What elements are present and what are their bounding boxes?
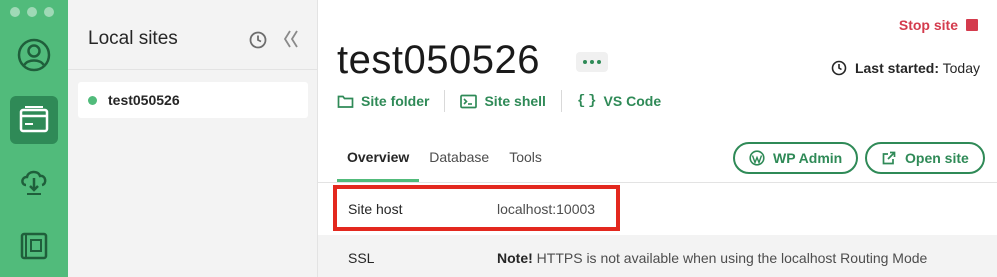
action-divider (560, 90, 562, 112)
open-site-button[interactable]: Open site (865, 142, 985, 174)
site-status-indicator (88, 95, 97, 105)
minimize-window-button[interactable] (27, 7, 37, 17)
cloud-download-icon (21, 170, 47, 195)
stop-site-button[interactable]: Stop site (899, 17, 978, 33)
ssl-note-text: HTTPS is not available when using the lo… (532, 250, 928, 266)
site-shell-button[interactable]: Site shell (460, 93, 546, 109)
ssl-value: Note! HTTPS is not available when using … (497, 250, 927, 266)
clock-icon (831, 60, 847, 76)
wordpress-icon (749, 150, 765, 166)
last-started-value: Today (942, 60, 980, 76)
rail-blueprints-button[interactable] (10, 220, 58, 268)
tab-database[interactable]: Database (419, 146, 499, 182)
site-tabs: Overview Database Tools (337, 146, 552, 182)
folder-icon (337, 95, 354, 108)
site-list-item[interactable]: test050526 (78, 82, 308, 118)
site-folder-button[interactable]: Site folder (337, 93, 429, 109)
tabs-divider (318, 182, 997, 183)
close-window-button[interactable] (10, 7, 20, 17)
rail-cloud-button[interactable] (10, 157, 58, 205)
site-shell-label: Site shell (484, 93, 546, 109)
sites-panel-divider (68, 69, 317, 70)
stop-site-label: Stop site (898, 17, 958, 33)
vs-code-button[interactable]: { } VS Code (577, 93, 661, 109)
sites-panel-title: Local sites (88, 28, 178, 49)
collapse-panel-icon[interactable] (282, 28, 300, 50)
vs-code-label: VS Code (603, 93, 662, 109)
local-app-window: Local sites test050526 Stop site test050… (0, 0, 997, 277)
tab-tools[interactable]: Tools (499, 146, 552, 182)
action-divider (444, 90, 446, 112)
rail-local-sites-button[interactable] (10, 96, 58, 144)
site-overview-panel: Stop site test050526 Last started: Today… (318, 0, 997, 277)
stop-square-icon (966, 19, 978, 31)
site-actions: Site folder Site shell { } VS Code (337, 90, 661, 112)
terminal-icon (460, 94, 478, 108)
wp-admin-label: WP Admin (773, 150, 843, 166)
maximize-window-button[interactable] (44, 7, 54, 17)
code-braces-icon: { } (576, 93, 597, 109)
external-link-icon (882, 151, 896, 165)
site-host-highlight-box (333, 185, 620, 231)
blueprint-icon (20, 232, 48, 260)
tab-overview[interactable]: Overview (337, 146, 420, 182)
wp-admin-button[interactable]: WP Admin (733, 142, 859, 174)
last-started-info: Last started: Today (831, 60, 980, 76)
more-options-button[interactable] (576, 52, 608, 72)
rail-account-button[interactable] (10, 31, 58, 79)
ssl-label: SSL (348, 250, 375, 266)
ssl-note-label: Note! (497, 250, 533, 266)
site-folder-label: Site folder (361, 93, 430, 109)
history-clock-icon[interactable] (248, 30, 268, 50)
sites-panel: Local sites test050526 (68, 0, 318, 277)
ellipsis-icon (583, 60, 587, 64)
app-rail (0, 0, 68, 277)
open-site-label: Open site (905, 150, 969, 166)
window-controls (10, 7, 54, 17)
user-avatar-icon (17, 38, 51, 72)
site-title: test050526 (337, 38, 540, 82)
browser-window-icon (19, 106, 49, 133)
detail-row-ssl: SSL Note! HTTPS is not available when us… (318, 235, 997, 277)
last-started-label: Last started: (854, 60, 939, 76)
site-list-item-name: test050526 (108, 92, 180, 108)
